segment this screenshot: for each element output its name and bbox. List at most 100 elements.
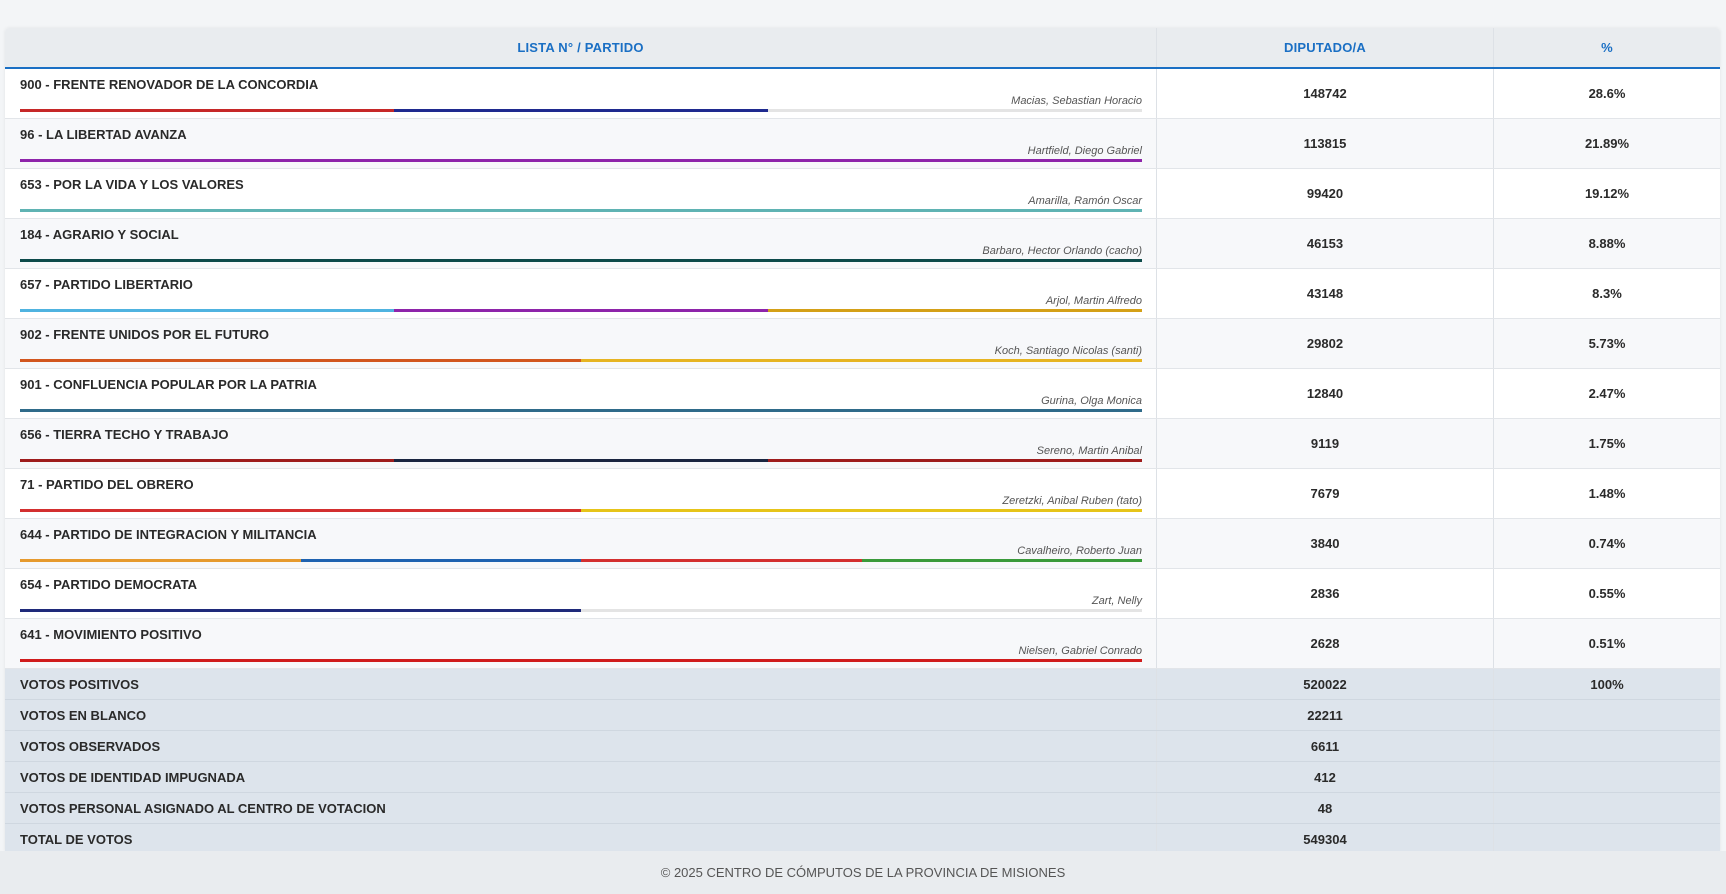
color-segment	[20, 309, 394, 312]
party-color-bar	[20, 509, 1142, 512]
totals-label: VOTOS OBSERVADOS	[5, 731, 1157, 761]
table-row[interactable]: 900 - FRENTE RENOVADOR DE LA CONCORDIA Ma…	[5, 69, 1720, 119]
totals-percent	[1494, 731, 1720, 761]
table-row[interactable]: 654 - PARTIDO DEMOCRATA Zart, Nelly 2836 0.…	[5, 569, 1720, 619]
party-name: 71 - PARTIDO DEL OBRERO	[20, 477, 194, 492]
color-segment	[768, 109, 1142, 112]
table-row[interactable]: 657 - PARTIDO LIBERTARIO Arjol, Martin Al…	[5, 269, 1720, 319]
table-row[interactable]: 901 - CONFLUENCIA POPULAR POR LA PATRIA G…	[5, 369, 1720, 419]
percent-cell: 1.75%	[1588, 436, 1626, 451]
party-color-bar	[20, 459, 1142, 462]
color-segment	[20, 159, 1142, 162]
totals-percent: 100%	[1590, 676, 1624, 692]
party-cell: 184 - AGRARIO Y SOCIAL Barbaro, Hector Or…	[5, 219, 1157, 268]
votes-cell: 29802	[1157, 319, 1494, 368]
party-cell: 654 - PARTIDO DEMOCRATA Zart, Nelly	[5, 569, 1157, 618]
votes-cell: 12840	[1157, 369, 1494, 418]
table-row[interactable]: 644 - PARTIDO DE INTEGRACION Y MILITANCI…	[5, 519, 1720, 569]
table-row[interactable]: 184 - AGRARIO Y SOCIAL Barbaro, Hector Or…	[5, 219, 1720, 269]
totals-label: VOTOS EN BLANCO	[5, 700, 1157, 730]
party-cell: 71 - PARTIDO DEL OBRERO Zeretzki, Anibal …	[5, 469, 1157, 518]
table-row[interactable]: 641 - MOVIMIENTO POSITIVO Nielsen, Gabrie…	[5, 619, 1720, 669]
candidate-name: Arjol, Martin Alfredo	[1045, 295, 1142, 307]
totals-percent	[1494, 793, 1720, 823]
totals-row: VOTOS OBSERVADOS 6611	[5, 731, 1720, 762]
table-row[interactable]: 902 - FRENTE UNIDOS POR EL FUTURO Koch, S…	[5, 319, 1720, 369]
color-segment	[20, 609, 581, 612]
candidate-name: Amarilla, Ramón Oscar	[1028, 195, 1142, 207]
party-name: 656 - TIERRA TECHO Y TRABAJO	[20, 427, 229, 442]
percent-cell: 0.51%	[1588, 636, 1626, 651]
table-row[interactable]: 653 - POR LA VIDA Y LOS VALORES Amarilla,…	[5, 169, 1720, 219]
percent-cell: 5.73%	[1588, 336, 1626, 351]
party-color-bar	[20, 409, 1142, 412]
footer-text: © 2025 CENTRO DE CÓMPUTOS DE LA PROVINCI…	[660, 865, 1066, 880]
totals-votes: 412	[1157, 762, 1494, 792]
candidate-name: Zeretzki, Anibal Ruben (tato)	[1002, 495, 1142, 507]
header-percent[interactable]: %	[1494, 28, 1720, 67]
totals-label: TOTAL DE VOTOS	[5, 824, 1157, 851]
totals-label: VOTOS POSITIVOS	[5, 669, 1157, 699]
color-segment	[20, 409, 1142, 412]
candidate-name: Zart, Nelly	[1091, 595, 1142, 607]
party-cell: 902 - FRENTE UNIDOS POR EL FUTURO Koch, S…	[5, 319, 1157, 368]
table-row[interactable]: 656 - TIERRA TECHO Y TRABAJO Sereno, Mart…	[5, 419, 1720, 469]
percent-cell: 28.6%	[1588, 86, 1626, 101]
color-segment	[300, 559, 581, 562]
color-segment	[20, 209, 1142, 212]
header-candidate[interactable]: DIPUTADO/A	[1157, 28, 1494, 67]
votes-cell: 7679	[1157, 469, 1494, 518]
color-segment	[394, 109, 768, 112]
percent-cell: 8.88%	[1588, 236, 1626, 251]
color-segment	[581, 509, 1142, 512]
party-color-bar	[20, 359, 1142, 362]
candidate-name: Cavalheiro, Roberto Juan	[1017, 545, 1142, 557]
party-color-bar	[20, 309, 1142, 312]
candidate-name: Hartfield, Diego Gabriel	[1027, 145, 1142, 157]
table-row[interactable]: 96 - LA LIBERTAD AVANZA Hartfield, Diego …	[5, 119, 1720, 169]
percent-cell: 0.74%	[1588, 536, 1626, 551]
votes-cell: 113815	[1157, 119, 1494, 168]
party-cell: 653 - POR LA VIDA Y LOS VALORES Amarilla,…	[5, 169, 1157, 218]
color-segment	[394, 309, 768, 312]
votes-cell: 9119	[1157, 419, 1494, 468]
candidate-name: Gurina, Olga Monica	[1041, 395, 1142, 407]
color-segment	[581, 359, 1142, 362]
color-segment	[861, 559, 1142, 562]
color-segment	[768, 459, 1142, 462]
party-color-bar	[20, 159, 1142, 162]
party-name: 184 - AGRARIO Y SOCIAL	[20, 227, 179, 242]
totals-percent	[1494, 700, 1720, 730]
totals-percent	[1494, 762, 1720, 792]
table-header: LISTA N° / PARTIDO DIPUTADO/A %	[5, 28, 1720, 69]
percent-cell: 2.47%	[1588, 386, 1626, 401]
votes-cell: 46153	[1157, 219, 1494, 268]
color-segment	[20, 509, 581, 512]
header-party[interactable]: LISTA N° / PARTIDO	[5, 28, 1157, 67]
totals-votes: 22211	[1157, 700, 1494, 730]
totals-votes: 6611	[1157, 731, 1494, 761]
party-name: 901 - CONFLUENCIA POPULAR POR LA PATRIA	[20, 377, 317, 392]
totals-label: VOTOS DE IDENTIDAD IMPUGNADA	[5, 762, 1157, 792]
totals-percent	[1494, 824, 1720, 851]
party-cell: 657 - PARTIDO LIBERTARIO Arjol, Martin Al…	[5, 269, 1157, 318]
percent-cell: 21.89%	[1584, 136, 1630, 151]
party-name: 654 - PARTIDO DEMOCRATA	[20, 577, 197, 592]
party-name: 96 - LA LIBERTAD AVANZA	[20, 127, 187, 142]
party-cell: 900 - FRENTE RENOVADOR DE LA CONCORDIA Ma…	[5, 69, 1157, 118]
color-segment	[394, 459, 768, 462]
color-segment	[20, 459, 394, 462]
votes-cell: 2836	[1157, 569, 1494, 618]
candidate-name: Nielsen, Gabriel Conrado	[1018, 645, 1142, 657]
table-row[interactable]: 71 - PARTIDO DEL OBRERO Zeretzki, Anibal …	[5, 469, 1720, 519]
percent-cell: 0.55%	[1588, 586, 1626, 601]
footer: © 2025 CENTRO DE CÓMPUTOS DE LA PROVINCI…	[0, 851, 1726, 894]
candidate-name: Barbaro, Hector Orlando (cacho)	[982, 245, 1142, 257]
votes-cell: 148742	[1157, 69, 1494, 118]
totals-votes: 48	[1157, 793, 1494, 823]
color-segment	[581, 609, 1142, 612]
party-cell: 644 - PARTIDO DE INTEGRACION Y MILITANCI…	[5, 519, 1157, 568]
totals-row: VOTOS POSITIVOS 520022 100%	[5, 669, 1720, 700]
candidate-name: Macias, Sebastian Horacio	[1011, 95, 1142, 107]
party-cell: 96 - LA LIBERTAD AVANZA Hartfield, Diego …	[5, 119, 1157, 168]
